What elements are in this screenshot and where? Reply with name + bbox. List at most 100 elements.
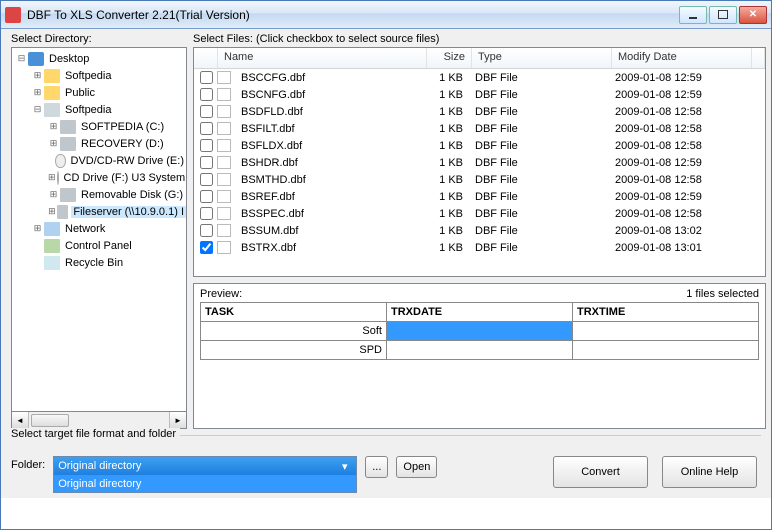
tree-item[interactable]: Recycle Bin xyxy=(12,254,186,271)
preview-row[interactable]: SPD xyxy=(201,341,759,360)
convert-button[interactable]: Convert xyxy=(553,456,648,488)
file-name: BSCNFG.dbf xyxy=(235,89,424,101)
file-name: BSSPEC.dbf xyxy=(235,208,424,220)
scroll-right-arrow[interactable]: ► xyxy=(169,412,186,428)
combo-option[interactable]: Original directory xyxy=(54,476,356,492)
maximize-button[interactable] xyxy=(709,6,737,24)
ti-drive xyxy=(57,205,68,219)
ti-drive xyxy=(60,120,76,134)
file-checkbox[interactable] xyxy=(200,88,213,101)
file-row[interactable]: BSREF.dbf1 KBDBF File2009-01-08 12:59 xyxy=(194,188,765,205)
file-name: BSFLDX.dbf xyxy=(235,140,424,152)
directory-tree[interactable]: ⊟ Desktop ⊞Softpedia⊞Public ⊟ Softpedia ⊞SOFT… xyxy=(11,47,187,412)
online-help-button[interactable]: Online Help xyxy=(662,456,757,488)
expand-icon[interactable]: ⊟ xyxy=(16,53,27,64)
tree-item[interactable]: ⊞Fileserver (\\10.9.0.1) I xyxy=(12,203,186,220)
minimize-button[interactable] xyxy=(679,6,707,24)
file-icon xyxy=(217,241,231,254)
file-size: 1 KB xyxy=(424,225,469,237)
file-row[interactable]: BSCCFG.dbf1 KBDBF File2009-01-08 12:59 xyxy=(194,69,765,86)
file-row[interactable]: BSMTHD.dbf1 KBDBF File2009-01-08 12:58 xyxy=(194,171,765,188)
file-type: DBF File xyxy=(469,174,609,186)
expand-icon[interactable] xyxy=(32,240,43,251)
file-checkbox[interactable] xyxy=(200,139,213,152)
file-date: 2009-01-08 12:58 xyxy=(609,106,749,118)
file-name: BSTRX.dbf xyxy=(235,242,424,254)
tree-item[interactable]: ⊟ Desktop xyxy=(12,50,186,67)
column-header[interactable]: Size xyxy=(427,48,472,68)
file-type: DBF File xyxy=(469,140,609,152)
expand-icon[interactable]: ⊞ xyxy=(48,121,59,132)
file-checkbox[interactable] xyxy=(200,241,213,254)
file-checkbox[interactable] xyxy=(200,207,213,220)
expand-icon[interactable]: ⊞ xyxy=(32,87,43,98)
tree-item[interactable]: ⊟ Softpedia xyxy=(12,101,186,118)
tree-hscrollbar[interactable]: ◄ ► xyxy=(11,412,187,429)
file-name: BSFILT.dbf xyxy=(235,123,424,135)
file-size: 1 KB xyxy=(424,174,469,186)
file-row[interactable]: BSSUM.dbf1 KBDBF File2009-01-08 13:02 xyxy=(194,222,765,239)
tree-item[interactable]: ⊞RECOVERY (D:) xyxy=(12,135,186,152)
expand-icon[interactable]: ⊞ xyxy=(48,138,59,149)
file-checkbox[interactable] xyxy=(200,156,213,169)
file-checkbox[interactable] xyxy=(200,71,213,84)
tree-item-label: Softpedia xyxy=(63,104,113,116)
tree-item[interactable]: ⊞Public xyxy=(12,84,186,101)
file-checkbox[interactable] xyxy=(200,224,213,237)
file-row[interactable]: BSSPEC.dbf1 KBDBF File2009-01-08 12:58 xyxy=(194,205,765,222)
column-header[interactable]: Modify Date xyxy=(612,48,752,68)
file-icon xyxy=(217,156,231,169)
column-header[interactable]: Type xyxy=(472,48,612,68)
expand-icon[interactable] xyxy=(48,155,54,166)
file-date: 2009-01-08 12:59 xyxy=(609,157,749,169)
folder-combo[interactable]: Original directory ▾ xyxy=(53,456,357,476)
expand-icon[interactable] xyxy=(32,257,43,268)
scroll-thumb[interactable] xyxy=(31,414,69,427)
preview-col-header: TRXTIME xyxy=(573,303,759,322)
file-row[interactable]: BSHDR.dbf1 KBDBF File2009-01-08 12:59 xyxy=(194,154,765,171)
preview-row[interactable]: Soft xyxy=(201,322,759,341)
file-row[interactable]: BSFLDX.dbf1 KBDBF File2009-01-08 12:58 xyxy=(194,137,765,154)
expand-icon[interactable]: ⊟ xyxy=(32,104,43,115)
preview-col-header: TASK xyxy=(201,303,387,322)
tree-item[interactable]: ⊞Network xyxy=(12,220,186,237)
tree-item-label: Desktop xyxy=(47,53,91,65)
tree-item[interactable]: ⊞CD Drive (F:) U3 System xyxy=(12,169,186,186)
ti-folder xyxy=(44,69,60,83)
file-row[interactable]: BSDFLD.dbf1 KBDBF File2009-01-08 12:58 xyxy=(194,103,765,120)
file-row[interactable]: BSTRX.dbf1 KBDBF File2009-01-08 13:01 xyxy=(194,239,765,256)
scroll-left-arrow[interactable]: ◄ xyxy=(12,412,29,428)
select-directory-label: Select Directory: xyxy=(11,33,187,45)
file-checkbox[interactable] xyxy=(200,173,213,186)
preview-panel: Preview: 1 files selected TASKTRXDATETRX… xyxy=(193,283,766,429)
tree-item[interactable]: ⊞SOFTPEDIA (C:) xyxy=(12,118,186,135)
file-checkbox[interactable] xyxy=(200,190,213,203)
tree-item[interactable]: ⊞Softpedia xyxy=(12,67,186,84)
file-size: 1 KB xyxy=(424,157,469,169)
ti-pc xyxy=(44,103,60,117)
open-button[interactable]: Open xyxy=(396,456,437,478)
file-checkbox[interactable] xyxy=(200,122,213,135)
browse-button[interactable]: ... xyxy=(365,456,388,478)
file-checkbox[interactable] xyxy=(200,105,213,118)
file-list[interactable]: NameSizeTypeModify Date BSCCFG.dbf1 KBDB… xyxy=(193,47,766,277)
column-header[interactable]: Name xyxy=(218,48,427,68)
close-button[interactable] xyxy=(739,6,767,24)
tree-item[interactable]: DVD/CD-RW Drive (E:) xyxy=(12,152,186,169)
file-date: 2009-01-08 13:01 xyxy=(609,242,749,254)
file-name: BSCCFG.dbf xyxy=(235,72,424,84)
expand-icon[interactable]: ⊞ xyxy=(48,189,59,200)
tree-item[interactable]: Control Panel xyxy=(12,237,186,254)
file-list-header[interactable]: NameSizeTypeModify Date xyxy=(194,48,765,69)
expand-icon[interactable]: ⊞ xyxy=(32,70,43,81)
file-size: 1 KB xyxy=(424,140,469,152)
file-date: 2009-01-08 12:58 xyxy=(609,123,749,135)
expand-icon[interactable]: ⊞ xyxy=(48,206,56,217)
folder-combo-list[interactable]: Original directory xyxy=(53,475,357,493)
expand-icon[interactable]: ⊞ xyxy=(48,172,56,183)
file-row[interactable]: BSCNFG.dbf1 KBDBF File2009-01-08 12:59 xyxy=(194,86,765,103)
tree-item[interactable]: ⊞Removable Disk (G:) xyxy=(12,186,186,203)
file-size: 1 KB xyxy=(424,208,469,220)
file-row[interactable]: BSFILT.dbf1 KBDBF File2009-01-08 12:58 xyxy=(194,120,765,137)
expand-icon[interactable]: ⊞ xyxy=(32,223,43,234)
